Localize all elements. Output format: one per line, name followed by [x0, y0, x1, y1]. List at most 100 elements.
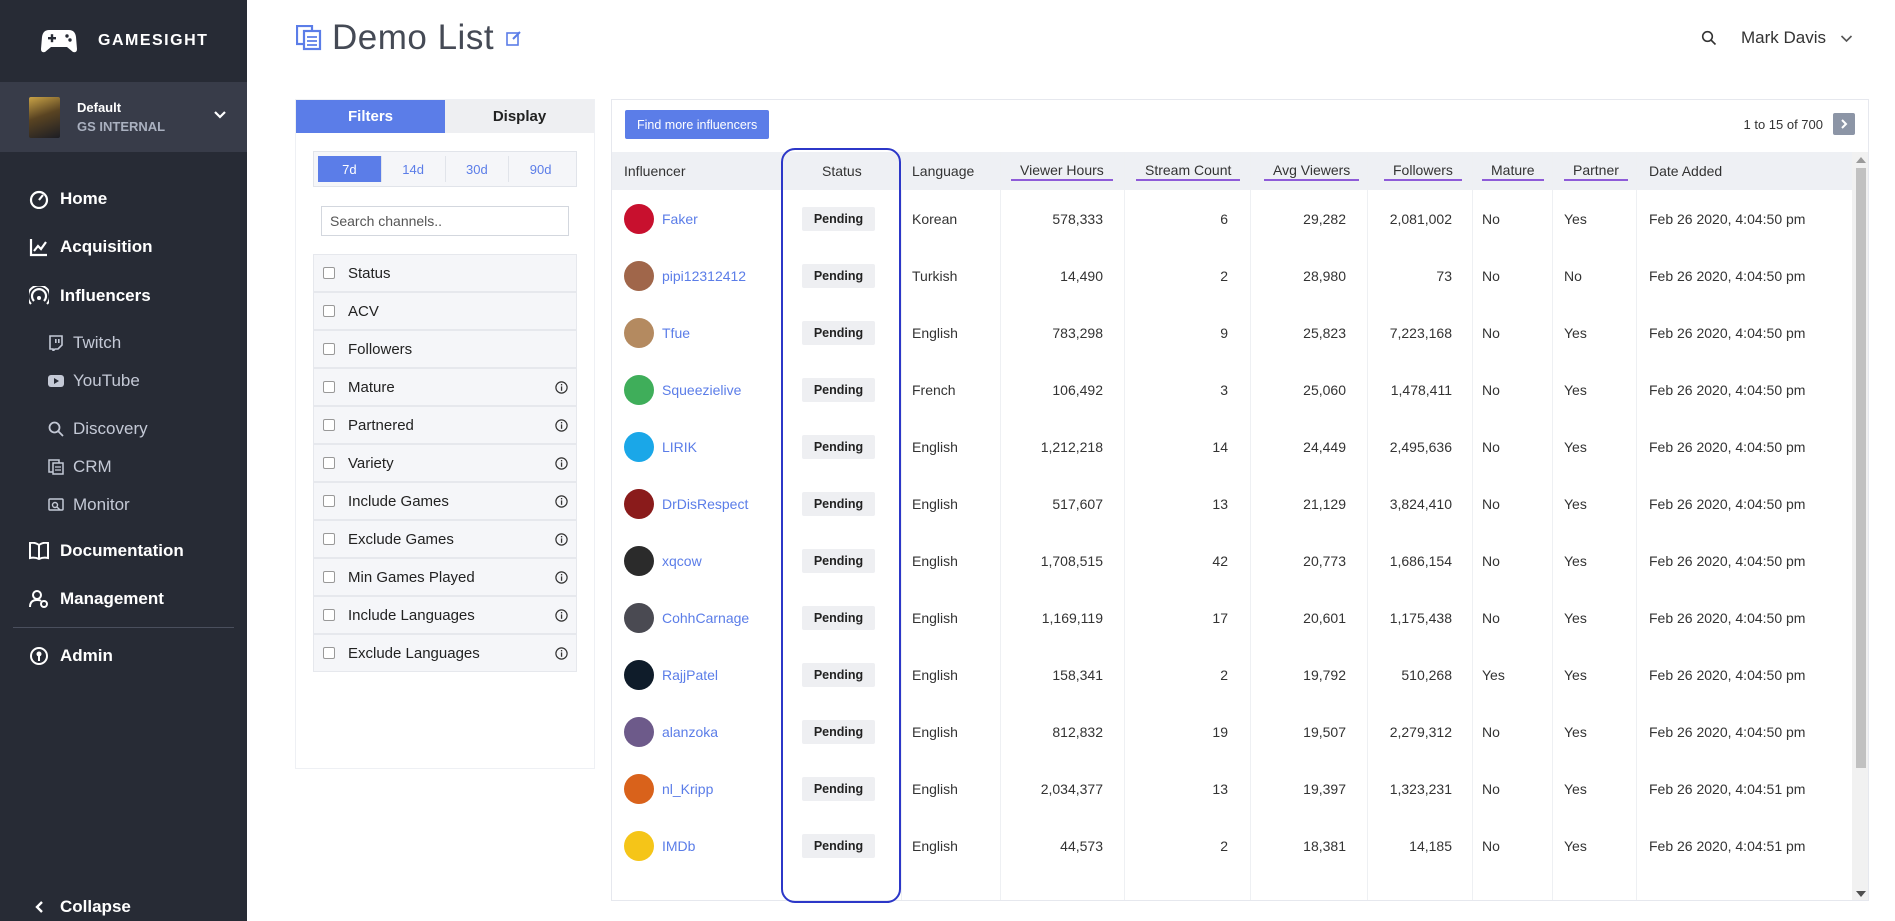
info-icon[interactable]	[555, 533, 568, 546]
scroll-thumb[interactable]	[1856, 168, 1866, 768]
chevron-down-icon[interactable]	[1840, 34, 1853, 43]
nav-acquisition[interactable]: Acquisition	[28, 236, 153, 258]
find-more-influencers-button[interactable]: Find more influencers	[625, 110, 770, 139]
table-row[interactable]: Tfue Pending English 783,298 9 25,823 7,223,16…	[612, 304, 1852, 361]
filter-item[interactable]: Exclude Languages	[313, 634, 577, 672]
nav-youtube[interactable]: YouTube	[47, 371, 140, 391]
filter-item[interactable]: ACV	[313, 292, 577, 330]
influencer-link[interactable]: nl_Kripp	[662, 781, 713, 797]
period-90d[interactable]: 90d	[509, 156, 572, 182]
filter-item[interactable]: Followers	[313, 330, 577, 368]
org-switcher[interactable]: Default GS INTERNAL	[0, 82, 247, 152]
filter-checkbox[interactable]	[323, 495, 335, 507]
filter-checkbox[interactable]	[323, 381, 335, 393]
nav-documentation[interactable]: Documentation	[28, 540, 184, 562]
search-icon[interactable]	[1701, 30, 1717, 46]
table-row[interactable]: alanzoka Pending English 812,832 19 19,507 2,2…	[612, 703, 1852, 760]
brand[interactable]: GAMESIGHT	[0, 0, 247, 82]
col-language[interactable]: Language	[912, 152, 974, 190]
col-influencer[interactable]: Influencer	[624, 152, 685, 190]
status-badge: Pending	[802, 263, 875, 288]
influencer-link[interactable]: LIRIK	[662, 439, 697, 455]
period-30d[interactable]: 30d	[446, 156, 510, 182]
col-followers[interactable]: Followers	[1384, 152, 1462, 190]
influencer-link[interactable]: RajjPatel	[662, 667, 718, 683]
influencer-link[interactable]: IMDb	[662, 838, 695, 854]
filter-item[interactable]: Include Languages	[313, 596, 577, 634]
nav-monitor[interactable]: Monitor	[47, 495, 130, 515]
nav-influencers[interactable]: Influencers	[28, 285, 151, 307]
chevron-left-icon	[28, 896, 50, 918]
influencer-link[interactable]: Tfue	[662, 325, 690, 341]
header-actions: Mark Davis	[1701, 28, 1853, 48]
filter-item[interactable]: Min Games Played	[313, 558, 577, 596]
search-channels-input[interactable]	[321, 206, 569, 236]
col-avg-viewers[interactable]: Avg Viewers	[1264, 152, 1360, 190]
influencer-link[interactable]: CohhCarnage	[662, 610, 749, 626]
col-stream-count[interactable]: Stream Count	[1136, 152, 1241, 190]
filter-checkbox[interactable]	[323, 533, 335, 545]
influencer-link[interactable]: Faker	[662, 211, 698, 227]
table-row[interactable]: pipi12312412 Pending Turkish 14,490 2 28,980 7…	[612, 247, 1852, 304]
col-mature[interactable]: Mature	[1482, 152, 1544, 190]
filter-checkbox[interactable]	[323, 419, 335, 431]
filter-checkbox[interactable]	[323, 267, 335, 279]
col-partner[interactable]: Partner	[1564, 152, 1628, 190]
next-page-button[interactable]	[1833, 113, 1855, 135]
table-scrollbar[interactable]	[1852, 152, 1868, 900]
table-row[interactable]: IMDb Pending English 44,573 2 18,381 14,185 No Y…	[612, 817, 1852, 874]
nav-admin[interactable]: Admin	[28, 645, 113, 667]
table-row[interactable]: xqcow Pending English 1,708,515 42 20,773 1,68…	[612, 532, 1852, 589]
influencer-link[interactable]: Squeezielive	[662, 382, 741, 398]
collapse-button[interactable]: Collapse	[28, 896, 131, 918]
table-row[interactable]: Faker Pending Korean 578,333 6 29,282 2,081,00…	[612, 190, 1852, 247]
influencer-cell: Squeezielive	[624, 361, 784, 418]
table-row[interactable]: Squeezielive Pending French 106,492 3 25,060 1…	[612, 361, 1852, 418]
filter-item[interactable]: Variety	[313, 444, 577, 482]
influencer-link[interactable]: xqcow	[662, 553, 702, 569]
col-status[interactable]: Status	[822, 152, 862, 190]
filter-checkbox[interactable]	[323, 609, 335, 621]
filter-item[interactable]: Include Games	[313, 482, 577, 520]
info-icon[interactable]	[555, 609, 568, 622]
filter-item[interactable]: Partnered	[313, 406, 577, 444]
tab-filters[interactable]: Filters	[296, 100, 445, 133]
edit-icon[interactable]	[506, 30, 522, 46]
filter-checkbox[interactable]	[323, 305, 335, 317]
filter-item[interactable]: Status	[313, 254, 577, 292]
info-icon[interactable]	[555, 457, 568, 470]
filter-item[interactable]: Mature	[313, 368, 577, 406]
nav-home[interactable]: Home	[28, 188, 107, 210]
table-row[interactable]: nl_Kripp Pending English 2,034,377 13 19,397 1…	[612, 760, 1852, 817]
period-7d[interactable]: 7d	[318, 156, 382, 182]
filter-item[interactable]: Exclude Games	[313, 520, 577, 558]
table-row[interactable]: CohhCarnage Pending English 1,169,119 17 20,6…	[612, 589, 1852, 646]
nav-discovery[interactable]: Discovery	[47, 419, 148, 439]
col-date-added[interactable]: Date Added	[1649, 152, 1722, 190]
table-row[interactable]: LIRIK Pending English 1,212,218 14 24,449 2,49…	[612, 418, 1852, 475]
influencer-link[interactable]: pipi12312412	[662, 268, 746, 284]
info-icon[interactable]	[555, 419, 568, 432]
info-icon[interactable]	[555, 495, 568, 508]
info-icon[interactable]	[555, 647, 568, 660]
influencer-link[interactable]: DrDisRespect	[662, 496, 748, 512]
scroll-up-arrow-icon[interactable]	[1856, 157, 1866, 163]
filter-checkbox[interactable]	[323, 647, 335, 659]
nav-twitch[interactable]: Twitch	[47, 333, 121, 353]
info-icon[interactable]	[555, 381, 568, 394]
nav-crm[interactable]: CRM	[47, 457, 112, 477]
scroll-down-arrow-icon[interactable]	[1856, 891, 1866, 897]
influencer-link[interactable]: alanzoka	[662, 724, 718, 740]
info-icon[interactable]	[555, 571, 568, 584]
table-row[interactable]: DrDisRespect Pending English 517,607 13 21,12…	[612, 475, 1852, 532]
filter-checkbox[interactable]	[323, 571, 335, 583]
filter-checkbox[interactable]	[323, 457, 335, 469]
filter-checkbox[interactable]	[323, 343, 335, 355]
nav-management[interactable]: Management	[28, 588, 164, 610]
table-row[interactable]: RajjPatel Pending English 158,341 2 19,792 510…	[612, 646, 1852, 703]
tab-display[interactable]: Display	[445, 100, 594, 133]
user-menu[interactable]: Mark Davis	[1741, 28, 1826, 48]
col-viewer-hours[interactable]: Viewer Hours	[1011, 152, 1113, 190]
twitch-icon	[47, 334, 65, 352]
period-14d[interactable]: 14d	[382, 156, 446, 182]
